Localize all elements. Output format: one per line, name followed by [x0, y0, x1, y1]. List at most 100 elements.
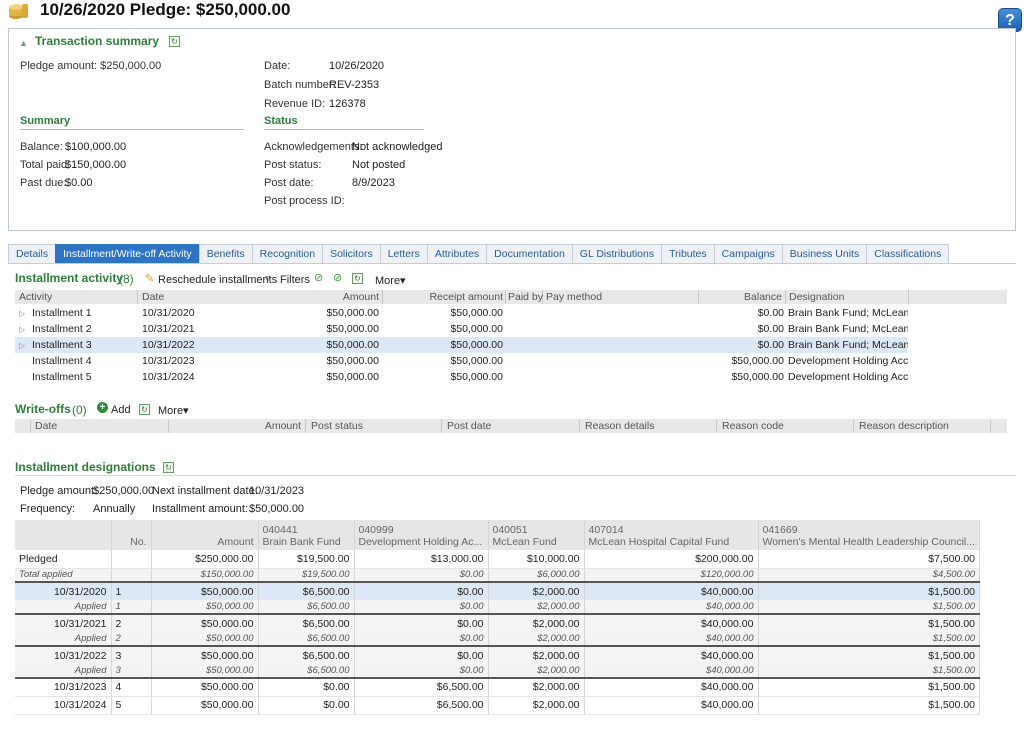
column-header[interactable]: Activity: [19, 290, 52, 304]
expand-icon[interactable]: ▷: [19, 305, 25, 321]
table-cell: $0.00: [354, 614, 489, 632]
tab-solicitors[interactable]: Solicitors: [322, 244, 381, 264]
receipt-cell: $50,000.00: [450, 339, 503, 351]
tab-classifications[interactable]: Classifications: [866, 244, 950, 264]
column-header[interactable]: 040441 Brain Bank Fund: [258, 520, 355, 550]
expand-icon[interactable]: ▷: [19, 321, 25, 337]
table-row[interactable]: Applied 3 $50,000.00 $6,500.00 $0.00 $2,000.0…: [15, 664, 981, 679]
revenue-label: Revenue ID:: [264, 98, 326, 110]
table-row[interactable]: ▷ Installment 2 10/31/2021 $50,000.00 $5…: [15, 321, 908, 337]
tab-installment-writeoff-activity[interactable]: Installment/Write-off Activity: [55, 244, 200, 264]
refresh-icon[interactable]: ↻: [139, 404, 150, 415]
column-header[interactable]: Date: [35, 419, 57, 433]
table-cell: $6,500.00: [258, 646, 355, 664]
collapse-icon[interactable]: ▲: [19, 38, 28, 48]
column-header[interactable]: 040051 McLean Fund: [488, 520, 585, 550]
filter-icon[interactable]: ▿: [265, 272, 271, 285]
tab-documentation[interactable]: Documentation: [486, 244, 573, 264]
column-header[interactable]: Reason code: [722, 419, 784, 433]
tab-bar: Details Installment/Write-off Activity B…: [8, 244, 950, 264]
table-cell: Total applied: [15, 568, 112, 583]
refresh-icon[interactable]: ↻: [163, 462, 174, 473]
table-row[interactable]: Total applied $150,000.00 $19,500.00 $0.00 $…: [15, 568, 981, 583]
divider: [20, 129, 244, 130]
more-menu-button[interactable]: More▾: [158, 404, 189, 417]
column-header[interactable]: 407014 McLean Hospital Capital Fund: [584, 520, 759, 550]
balance-value: $100,000.00: [65, 141, 127, 153]
column-header[interactable]: Designation: [789, 290, 844, 304]
table-row[interactable]: Applied 2 $50,000.00 $6,500.00 $0.00 $2,000.0…: [15, 632, 981, 647]
table-cell: $1,500.00: [758, 632, 981, 647]
tab-gl-distributions[interactable]: GL Distributions: [571, 244, 663, 264]
column-header[interactable]: 041669 Women's Mental Health Leadership C…: [758, 520, 981, 550]
table-row[interactable]: 10/31/2021 2 $50,000.00 $6,500.00 $0.00 $2,00…: [15, 614, 981, 632]
table-row[interactable]: 10/31/2023 4 $50,000.00 $0.00 $6,500.00 $2,00…: [15, 678, 981, 697]
tab-letters[interactable]: Letters: [379, 244, 428, 264]
balance-cell: $0.00: [757, 323, 784, 335]
reschedule-installments-button[interactable]: Reschedule installments: [158, 274, 277, 286]
column-header[interactable]: 040999 Development Holding Ac...: [354, 520, 489, 550]
table-cell: $1,500.00: [758, 678, 981, 697]
column-header[interactable]: Pay method: [546, 290, 602, 304]
table-row[interactable]: Applied 1 $50,000.00 $6,500.00 $0.00 $2,000.0…: [15, 600, 981, 615]
table-cell: 10/31/2020: [15, 581, 112, 600]
column-header[interactable]: Balance: [701, 290, 782, 304]
column-header[interactable]: Date: [142, 290, 164, 304]
filters-button[interactable]: Filters: [280, 274, 310, 286]
expand-icon[interactable]: ▷: [19, 337, 25, 353]
expand-all-icon[interactable]: ⊘: [314, 271, 323, 284]
table-cell: $1,500.00: [758, 581, 981, 600]
table-cell: 10/31/2021: [15, 614, 112, 632]
column-header[interactable]: Amount: [175, 419, 301, 433]
summary-heading: Summary: [20, 115, 71, 127]
collapse-all-icon[interactable]: ⊘: [333, 271, 342, 284]
table-row[interactable]: Installment 5 10/31/2024 $50,000.00 $50,…: [15, 369, 908, 385]
installment-designations-title: Installment designations: [15, 460, 156, 474]
tab-tributes[interactable]: Tributes: [661, 244, 715, 264]
date-cell: 10/31/2020: [142, 307, 195, 319]
column-header[interactable]: Reason details: [585, 419, 654, 433]
more-menu-button[interactable]: More▾: [375, 274, 406, 287]
table-row[interactable]: Pledged $250,000.00 $19,500.00 $13,000.00 $1…: [15, 550, 981, 569]
tab-campaigns[interactable]: Campaigns: [713, 244, 783, 264]
table-cell: $6,500.00: [354, 678, 489, 697]
table-row[interactable]: Installment 4 10/31/2023 $50,000.00 $50,…: [15, 353, 908, 369]
column-header[interactable]: Post status: [311, 419, 363, 433]
receipt-cell: $50,000.00: [450, 355, 503, 367]
past-due-value: $0.00: [65, 177, 93, 189]
table-row[interactable]: 10/31/2024 5 $50,000.00 $0.00 $6,500.00 $2,00…: [15, 696, 981, 715]
tab-benefits[interactable]: Benefits: [198, 244, 253, 264]
tab-details[interactable]: Details: [8, 244, 57, 264]
table-cell: $250,000.00: [151, 550, 259, 569]
column-header[interactable]: Post date: [447, 419, 491, 433]
tab-recognition[interactable]: Recognition: [251, 244, 324, 264]
tab-attributes[interactable]: Attributes: [426, 244, 488, 264]
designation-cell: Development Holding Acc...: [788, 355, 908, 367]
table-cell: $2,000.00: [488, 614, 585, 632]
column-header[interactable]: Amount: [151, 520, 259, 550]
installment-activity-count: (8): [119, 272, 134, 286]
column-header[interactable]: No.: [111, 520, 152, 550]
tab-business-units[interactable]: Business Units: [781, 244, 868, 264]
column-header[interactable]: Receipt amount: [405, 290, 503, 304]
table-row[interactable]: ▷ Installment 1 10/31/2020 $50,000.00 $5…: [15, 305, 908, 321]
column-header[interactable]: Paid by: [508, 290, 543, 304]
activity-cell: Installment 5: [32, 371, 92, 383]
amount-cell: $50,000.00: [326, 307, 379, 319]
next-installment-date-label: Next installment date:: [152, 485, 258, 497]
table-cell: $19,500.00: [258, 550, 355, 569]
table-cell: $2,000.00: [488, 600, 585, 615]
activity-cell: Installment 3: [32, 339, 92, 351]
column-header[interactable]: Amount: [295, 290, 379, 304]
table-row[interactable]: 10/31/2022 3 $50,000.00 $6,500.00 $0.00 $2,00…: [15, 646, 981, 664]
column-header[interactable]: Reason description: [859, 419, 949, 433]
date-cell: 10/31/2022: [142, 339, 195, 351]
refresh-icon[interactable]: ↻: [352, 273, 363, 284]
column-header[interactable]: [15, 520, 112, 550]
add-button[interactable]: Add: [111, 404, 131, 416]
table-row[interactable]: 10/31/2020 1 $50,000.00 $6,500.00 $0.00 $2,00…: [15, 581, 981, 600]
refresh-icon[interactable]: ↻: [169, 36, 180, 47]
add-icon[interactable]: +: [97, 402, 108, 413]
table-row-selected[interactable]: ▷ Installment 3 10/31/2022 $50,000.00 $5…: [15, 337, 908, 353]
transaction-summary-header[interactable]: Transaction summary: [35, 34, 159, 48]
